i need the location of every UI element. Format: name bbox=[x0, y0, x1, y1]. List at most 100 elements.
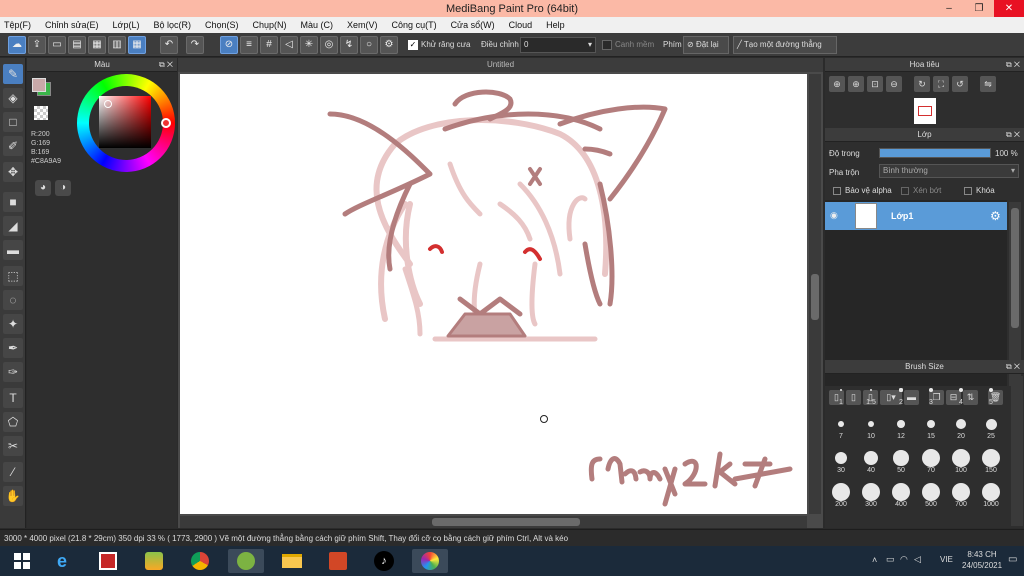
grid-icon[interactable]: ▦ bbox=[128, 36, 146, 54]
menu-file[interactable]: Tệp(F) bbox=[4, 20, 31, 30]
clock[interactable]: 8:43 CH 24/05/2021 bbox=[962, 549, 1002, 571]
chrome-icon[interactable] bbox=[182, 549, 218, 573]
brush-size-option[interactable]: 15 bbox=[916, 414, 946, 440]
brush-size-option[interactable]: 40 bbox=[856, 448, 886, 474]
horizontal-scroll-thumb[interactable] bbox=[432, 518, 580, 526]
primary-color-swatch[interactable] bbox=[32, 78, 46, 92]
redo-icon[interactable]: ↷ bbox=[186, 36, 204, 54]
cross-snap-icon[interactable]: # bbox=[260, 36, 278, 54]
tray-up-icon[interactable]: ˄ bbox=[872, 555, 877, 565]
powerpoint-icon[interactable] bbox=[320, 549, 356, 573]
hue-handle[interactable] bbox=[161, 118, 171, 128]
zoom-out-icon[interactable]: ⊖ bbox=[886, 76, 902, 92]
layer-row[interactable]: ◉ Lớp1 ⚙ bbox=[825, 202, 1007, 230]
bluestacks-icon[interactable] bbox=[136, 549, 172, 573]
undo-icon[interactable]: ↶ bbox=[160, 36, 178, 54]
radial-snap-icon[interactable]: ✳ bbox=[300, 36, 318, 54]
select-eraser-icon[interactable]: ✑ bbox=[3, 362, 23, 382]
brush-size-option[interactable]: 30 bbox=[826, 448, 856, 474]
brush-size-option[interactable]: 500 bbox=[916, 482, 946, 508]
divide-tool-icon[interactable]: ✂ bbox=[3, 436, 23, 456]
select-rect-icon[interactable]: ⬚ bbox=[3, 266, 23, 286]
brush-size-option[interactable]: 20 bbox=[946, 414, 976, 440]
brush-size-option[interactable]: 50 bbox=[886, 448, 916, 474]
layout-icon[interactable]: ▥ bbox=[108, 36, 126, 54]
close-icon[interactable]: ⧉ ✕ bbox=[1006, 58, 1020, 72]
palette-edit-icon[interactable]: ◑ bbox=[55, 180, 71, 196]
text-tool-icon[interactable]: T bbox=[3, 388, 23, 408]
internet-explorer-icon[interactable]: e bbox=[44, 549, 80, 573]
fit-icon[interactable]: ⊡ bbox=[867, 76, 883, 92]
brush-size-option[interactable]: 300 bbox=[856, 482, 886, 508]
coccoc-icon[interactable] bbox=[228, 549, 264, 573]
menu-tools[interactable]: Công cụ(T) bbox=[392, 20, 437, 30]
brush-size-option[interactable]: 25 bbox=[976, 414, 1006, 440]
brush-size-option[interactable]: 150 bbox=[976, 448, 1006, 474]
rotate-icon[interactable]: ↻ bbox=[914, 76, 930, 92]
hand-tool-icon[interactable]: ✋ bbox=[3, 486, 23, 506]
close-icon[interactable]: ⧉ ✕ bbox=[159, 58, 173, 72]
operation-tool-icon[interactable]: ⬠ bbox=[3, 412, 23, 432]
menu-layer[interactable]: Lớp(L) bbox=[113, 20, 140, 30]
palette-icon[interactable]: ◕ bbox=[35, 180, 51, 196]
brush-size-option[interactable]: 1 bbox=[826, 380, 856, 406]
solitaire-icon[interactable] bbox=[90, 549, 126, 573]
correction-select[interactable]: 0 ▾ bbox=[520, 37, 596, 53]
menu-snap[interactable]: Chụp(N) bbox=[253, 20, 287, 30]
ellipse-snap-icon[interactable]: ○ bbox=[360, 36, 378, 54]
vertical-scroll-thumb[interactable] bbox=[811, 274, 819, 320]
snap-settings-icon[interactable]: ⚙ bbox=[380, 36, 398, 54]
menu-edit[interactable]: Chỉnh sửa(E) bbox=[45, 20, 99, 30]
brush-size-option[interactable]: 200 bbox=[826, 482, 856, 508]
alpha-checkbox[interactable] bbox=[833, 187, 841, 195]
brush-size-option[interactable]: 70 bbox=[916, 448, 946, 474]
move-tool-icon[interactable]: ✥ bbox=[3, 162, 23, 182]
brush-size-option[interactable]: 1.5 bbox=[856, 380, 886, 406]
menu-window[interactable]: Cửa sổ(W) bbox=[451, 20, 495, 30]
lock-checkbox[interactable] bbox=[964, 187, 972, 195]
file-explorer-icon[interactable] bbox=[274, 549, 310, 573]
select-pen-icon[interactable]: ✒ bbox=[3, 338, 23, 358]
language-indicator[interactable]: VIE bbox=[940, 555, 953, 564]
close-icon[interactable]: ⧉ ✕ bbox=[1006, 128, 1020, 142]
brush-size-option[interactable]: 12 bbox=[886, 414, 916, 440]
share-icon[interactable]: ⇪ bbox=[28, 36, 46, 54]
vanish-snap-icon[interactable]: ◁ bbox=[280, 36, 298, 54]
blend-select[interactable]: Bình thường ▾ bbox=[879, 164, 1019, 178]
rotate-reset-icon[interactable]: ↺ bbox=[952, 76, 968, 92]
magic-wand-icon[interactable]: ✦ bbox=[3, 314, 23, 334]
color-picker-handle[interactable] bbox=[104, 100, 112, 108]
maximize-button[interactable]: ❐ bbox=[964, 0, 994, 17]
eye-icon[interactable]: ◉ bbox=[830, 210, 838, 221]
brush-size-option[interactable]: 2 bbox=[886, 380, 916, 406]
brush-size-option[interactable]: 400 bbox=[886, 482, 916, 508]
horizontal-scrollbar[interactable] bbox=[180, 516, 807, 528]
flip-icon[interactable]: ⇋ bbox=[980, 76, 996, 92]
wifi-icon[interactable]: ◠ bbox=[900, 554, 908, 565]
zoom-icon[interactable]: ⊕ bbox=[829, 76, 845, 92]
menu-select[interactable]: Chọn(S) bbox=[205, 20, 239, 30]
layer-scrollbar[interactable] bbox=[1009, 202, 1021, 386]
brush-size-option[interactable]: 1000 bbox=[976, 482, 1006, 508]
transparent-swatch[interactable] bbox=[34, 106, 48, 120]
menu-cloud[interactable]: Cloud bbox=[509, 20, 533, 30]
eyedropper-icon[interactable]: ⁄ bbox=[3, 462, 23, 482]
close-icon[interactable]: ⧉ ✕ bbox=[1006, 360, 1020, 374]
cloud-icon[interactable]: ☁ bbox=[8, 36, 26, 54]
menu-filter[interactable]: Bộ lọc(R) bbox=[153, 20, 191, 30]
curve-snap-icon[interactable]: ↯ bbox=[340, 36, 358, 54]
eraser-tool-icon[interactable]: ◈ bbox=[3, 88, 23, 108]
no-snap-icon[interactable]: ⊘ bbox=[220, 36, 238, 54]
parallel-snap-icon[interactable]: ≡ bbox=[240, 36, 258, 54]
comment-icon[interactable]: ▤ bbox=[68, 36, 86, 54]
brush-size-option[interactable]: 100 bbox=[946, 448, 976, 474]
layer-scroll-thumb[interactable] bbox=[1011, 208, 1019, 328]
edge-checkbox[interactable] bbox=[602, 40, 612, 50]
brush-size-option[interactable]: 4 bbox=[946, 380, 976, 406]
dot-tool-icon[interactable]: □ bbox=[3, 112, 23, 132]
document-icon[interactable]: ▦ bbox=[88, 36, 106, 54]
hue-wheel[interactable] bbox=[77, 74, 175, 172]
antialias-checkbox[interactable]: ✓ bbox=[408, 40, 418, 50]
navigator-thumbnail[interactable] bbox=[914, 98, 936, 124]
medibang-icon[interactable] bbox=[412, 549, 448, 573]
